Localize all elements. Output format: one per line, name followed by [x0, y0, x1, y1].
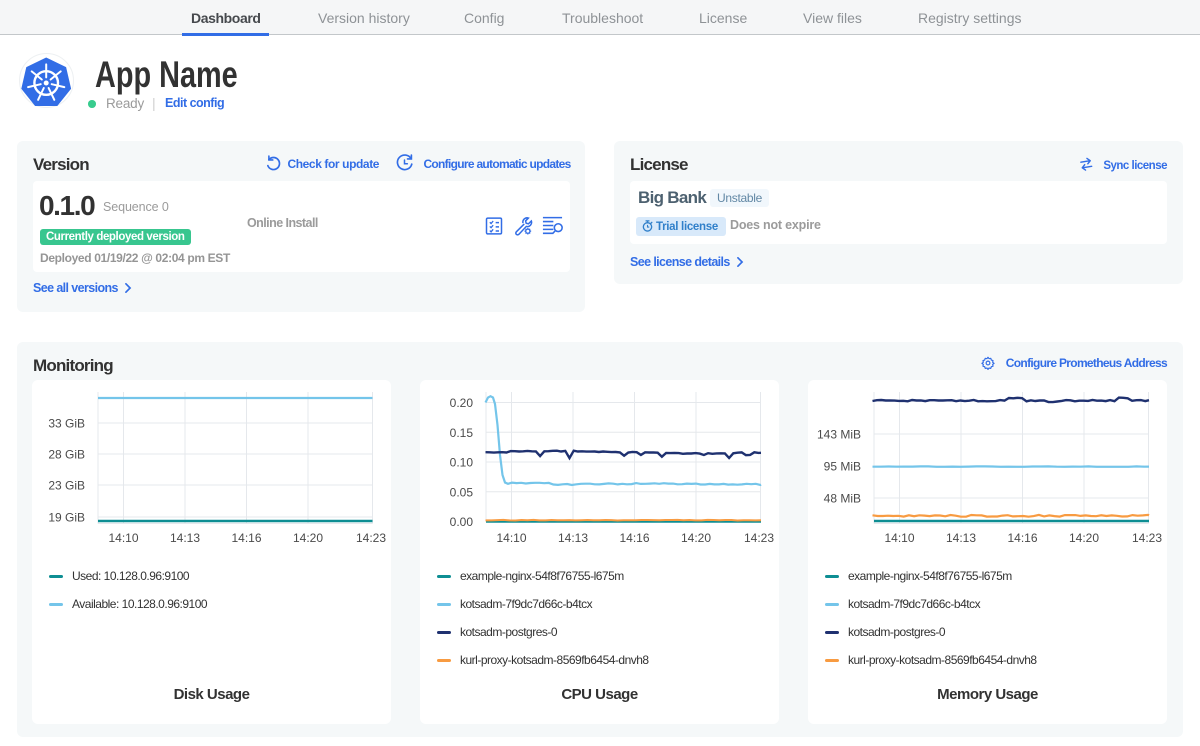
svg-text:0.00: 0.00: [450, 515, 474, 529]
svg-text:23 GiB: 23 GiB: [48, 479, 85, 493]
svg-text:14:13: 14:13: [170, 531, 200, 545]
svg-text:95 MiB: 95 MiB: [824, 460, 861, 474]
svg-text:14:10: 14:10: [496, 531, 526, 545]
svg-text:14:10: 14:10: [884, 531, 914, 545]
svg-text:143 MiB: 143 MiB: [817, 428, 861, 442]
svg-text:0.15: 0.15: [450, 426, 474, 440]
svg-text:14:20: 14:20: [293, 531, 323, 545]
svg-text:0.20: 0.20: [450, 396, 474, 410]
svg-text:14:13: 14:13: [946, 531, 976, 545]
svg-text:0.10: 0.10: [450, 456, 474, 470]
svg-text:14:10: 14:10: [108, 531, 138, 545]
svg-text:14:23: 14:23: [744, 531, 774, 545]
svg-text:28 GiB: 28 GiB: [48, 448, 85, 462]
svg-text:48 MiB: 48 MiB: [824, 492, 861, 506]
svg-text:14:16: 14:16: [1007, 531, 1037, 545]
svg-text:14:20: 14:20: [1069, 531, 1099, 545]
svg-text:14:23: 14:23: [1132, 531, 1162, 545]
svg-text:14:16: 14:16: [231, 531, 261, 545]
svg-text:14:20: 14:20: [681, 531, 711, 545]
svg-text:14:16: 14:16: [619, 531, 649, 545]
svg-text:14:23: 14:23: [356, 531, 386, 545]
svg-text:19 GiB: 19 GiB: [48, 511, 85, 525]
svg-text:0.05: 0.05: [450, 485, 474, 499]
svg-text:14:13: 14:13: [558, 531, 588, 545]
svg-text:33 GiB: 33 GiB: [48, 417, 85, 431]
